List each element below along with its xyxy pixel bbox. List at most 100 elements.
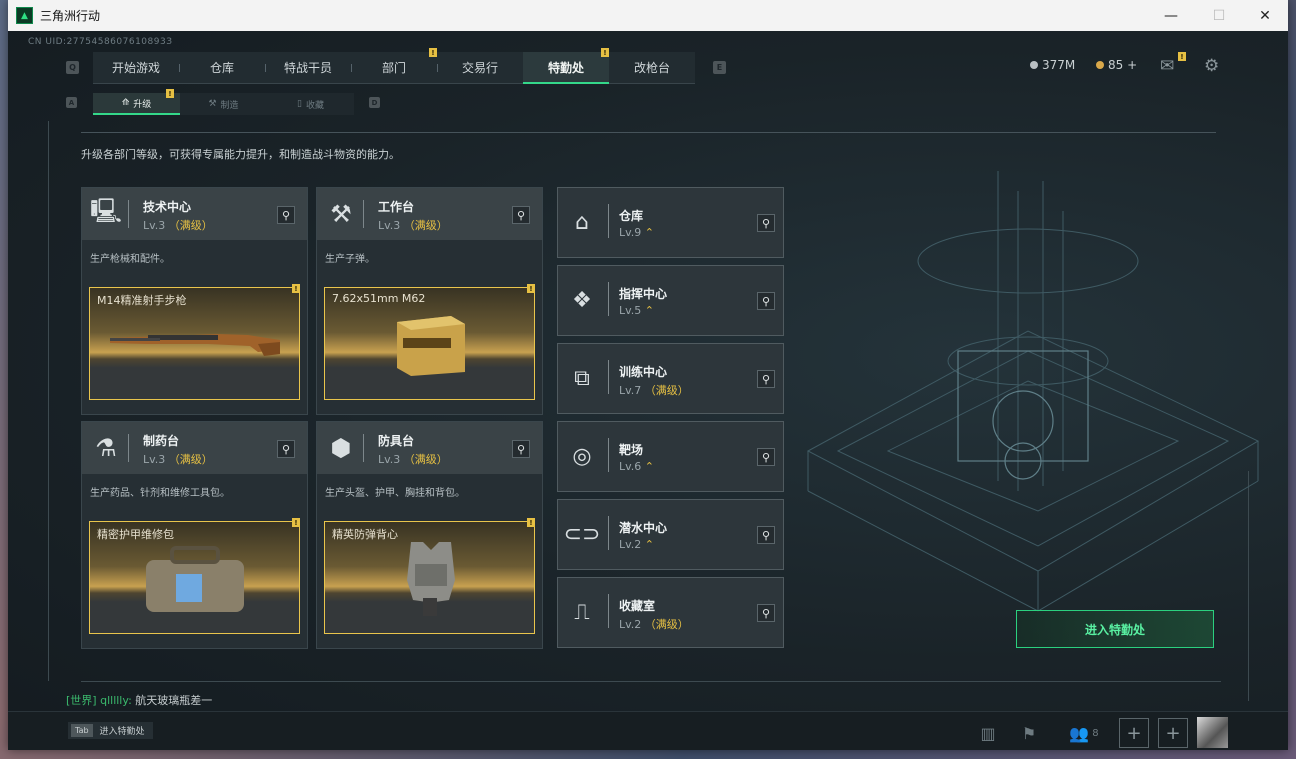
maximize-button[interactable]: ☐ bbox=[1196, 0, 1242, 31]
level-value: Lv.3 bbox=[143, 453, 166, 466]
divider bbox=[363, 434, 364, 462]
mail-icon[interactable]: ✉ ! bbox=[1160, 52, 1186, 76]
token-balance[interactable]: 85 + bbox=[1096, 58, 1137, 72]
tab-market[interactable]: 交易行 bbox=[437, 52, 523, 84]
collection-icon: ▯ bbox=[297, 99, 302, 109]
facility-collection-room[interactable]: ⎍ 收藏室 Lv.2 （满级） ⚲ bbox=[557, 577, 784, 648]
token-value: 85 + bbox=[1108, 58, 1138, 72]
friends-icon[interactable]: 👥 8 bbox=[1064, 720, 1104, 746]
upgrade-icon: ⟰ bbox=[121, 98, 130, 108]
search-icon[interactable]: ⚲ bbox=[757, 448, 775, 466]
level-value: Lv.7 bbox=[619, 384, 642, 397]
app-logo-icon: ▲ bbox=[16, 7, 33, 24]
add-party-slot-button[interactable]: + bbox=[1119, 718, 1149, 748]
search-icon[interactable]: ⚲ bbox=[512, 206, 530, 224]
divider bbox=[608, 360, 609, 394]
search-icon[interactable]: ⚲ bbox=[277, 206, 295, 224]
base-3d-model bbox=[806, 171, 1260, 612]
product-slot[interactable]: 7.62x51mm M62 ! bbox=[324, 284, 535, 400]
upgrade-available-icon: ⌃ bbox=[644, 538, 654, 551]
window-title: 三角洲行动 bbox=[40, 9, 101, 23]
facility-diving-center[interactable]: ⊂⊃ 潜水中心 Lv.2 ⌃ ⚲ bbox=[557, 499, 784, 570]
dumbbell-icon: ⧉ bbox=[574, 365, 590, 391]
subnav-prev-key[interactable]: A bbox=[66, 97, 77, 108]
friends-glyph: 👥 bbox=[1069, 723, 1090, 743]
command-icon: ❖ bbox=[572, 287, 592, 313]
tab-warehouse[interactable]: 仓库 bbox=[179, 52, 265, 84]
product-slot[interactable]: M14精准射手步枪 ! bbox=[89, 284, 300, 400]
frame-line-bottom bbox=[81, 681, 1221, 682]
notification-badge: ! bbox=[527, 518, 535, 527]
workshop-name: 工作台 bbox=[378, 200, 415, 214]
facility-level: Lv.7 （满级） bbox=[619, 382, 689, 398]
product-name: M14精准射手步枪 bbox=[97, 294, 187, 307]
search-icon[interactable]: ⚲ bbox=[757, 370, 775, 388]
facility-training-center[interactable]: ⧉ 训练中心 Lv.7 （满级） ⚲ bbox=[557, 343, 784, 414]
tab-key: Tab bbox=[71, 724, 93, 737]
chat-message[interactable]: [世界] qllllly: 航天玻璃瓶差一 bbox=[66, 692, 212, 708]
facility-level: Lv.5 ⌃ bbox=[619, 304, 654, 317]
search-icon[interactable]: ⚲ bbox=[757, 292, 775, 310]
sub-nav: ⟰ 升级 ! ⚒ 制造 ▯ 收藏 bbox=[93, 89, 354, 115]
monitor-icon: 🖳 bbox=[89, 196, 123, 225]
flag-icon[interactable]: ⚑ bbox=[1014, 720, 1044, 746]
avatar[interactable] bbox=[1197, 717, 1228, 748]
facility-command-center[interactable]: ❖ 指挥中心 Lv.5 ⌃ ⚲ bbox=[557, 265, 784, 336]
add-party-slot-button[interactable]: + bbox=[1158, 718, 1188, 748]
facility-warehouse[interactable]: ⌂ 仓库 Lv.9 ⌃ ⚲ bbox=[557, 187, 784, 258]
token-icon bbox=[1096, 61, 1104, 69]
workshop-card-tech-center[interactable]: 🖳 技术中心 Lv.3 （满级） ⚲ 生产枪械和配件。 M14精准射手步枪 ! bbox=[81, 187, 308, 415]
stats-icon[interactable]: ▥ bbox=[973, 720, 1003, 746]
facility-shooting-range[interactable]: ◎ 靶场 Lv.6 ⌃ ⚲ bbox=[557, 421, 784, 492]
nav-prev-key[interactable]: Q bbox=[66, 61, 79, 74]
subtab-collection[interactable]: ▯ 收藏 bbox=[267, 93, 354, 115]
tab-hint[interactable]: Tab 进入特勤处 bbox=[68, 722, 153, 739]
facility-name: 靶场 bbox=[619, 443, 644, 457]
search-icon[interactable]: ⚲ bbox=[757, 526, 775, 544]
workshop-card-armor[interactable]: ⬢ 防具台 Lv.3 （满级） ⚲ 生产头盔、护甲、胸挂和背包。 精英防弹背心 … bbox=[316, 421, 543, 649]
workshop-card-workbench[interactable]: ⚒ 工作台 Lv.3 （满级） ⚲ 生产子弹。 7.62x51mm M62 ! bbox=[316, 187, 543, 415]
subtab-upgrade[interactable]: ⟰ 升级 ! bbox=[93, 89, 180, 115]
bottom-bar: Tab 进入特勤处 ▥ ⚑ 👥 8 + + bbox=[8, 711, 1288, 750]
divider bbox=[128, 434, 129, 462]
tab-hint-label: 进入特勤处 bbox=[99, 727, 145, 737]
facility-level: Lv.2 ⌃ bbox=[619, 538, 654, 551]
close-button[interactable]: ✕ bbox=[1242, 0, 1288, 31]
divider bbox=[608, 516, 609, 550]
gear-icon[interactable]: ⚙ bbox=[1204, 56, 1219, 76]
workshop-description: 生产子弹。 bbox=[325, 254, 375, 265]
tab-label: 开始游戏 bbox=[111, 61, 160, 75]
workshop-name: 技术中心 bbox=[143, 200, 192, 214]
facility-level: Lv.6 ⌃ bbox=[619, 460, 654, 473]
facility-level: Lv.9 ⌃ bbox=[619, 226, 654, 239]
target-icon: ◎ bbox=[572, 443, 592, 469]
workshop-level: Lv.3 （满级） bbox=[378, 217, 448, 233]
enter-special-ops-button[interactable]: 进入特勤处 bbox=[1016, 610, 1214, 648]
nav-next-key[interactable]: E bbox=[713, 61, 726, 74]
product-slot[interactable]: 精英防弹背心 ! bbox=[324, 518, 535, 634]
workshop-name: 防具台 bbox=[378, 434, 415, 448]
tab-label: 部门 bbox=[381, 61, 406, 75]
tab-gunsmith[interactable]: 改枪台 bbox=[609, 52, 695, 84]
workshop-card-pharmacy[interactable]: ⚗ 制药台 Lv.3 （满级） ⚲ 生产药品、针剂和维修工具包。 精密护甲维修包… bbox=[81, 421, 308, 649]
subtab-label: 升级 bbox=[133, 99, 152, 110]
tab-operators[interactable]: 特战干员 bbox=[265, 52, 351, 84]
search-icon[interactable]: ⚲ bbox=[277, 440, 295, 458]
tab-special-ops[interactable]: 特勤处 ! bbox=[523, 48, 609, 84]
tab-start-game[interactable]: 开始游戏 bbox=[93, 52, 179, 84]
tab-label: 改枪台 bbox=[633, 61, 670, 75]
search-icon[interactable]: ⚲ bbox=[512, 440, 530, 458]
tab-department[interactable]: 部门 ! bbox=[351, 48, 437, 84]
product-slot[interactable]: 精密护甲维修包 ! bbox=[89, 518, 300, 634]
search-icon[interactable]: ⚲ bbox=[757, 214, 775, 232]
level-value: Lv.9 bbox=[619, 226, 642, 239]
subnav-next-key[interactable]: D bbox=[369, 97, 380, 108]
card-header: ⬢ 防具台 Lv.3 （满级） ⚲ bbox=[317, 422, 542, 474]
subtab-craft[interactable]: ⚒ 制造 bbox=[180, 93, 267, 115]
warehouse-icon: ⌂ bbox=[575, 209, 589, 235]
max-level-label: （满级） bbox=[168, 219, 213, 232]
card-header: ⚒ 工作台 Lv.3 （满级） ⚲ bbox=[317, 188, 542, 240]
workshop-level: Lv.3 （满级） bbox=[143, 451, 213, 467]
minimize-button[interactable]: — bbox=[1148, 0, 1194, 31]
search-icon[interactable]: ⚲ bbox=[757, 604, 775, 622]
